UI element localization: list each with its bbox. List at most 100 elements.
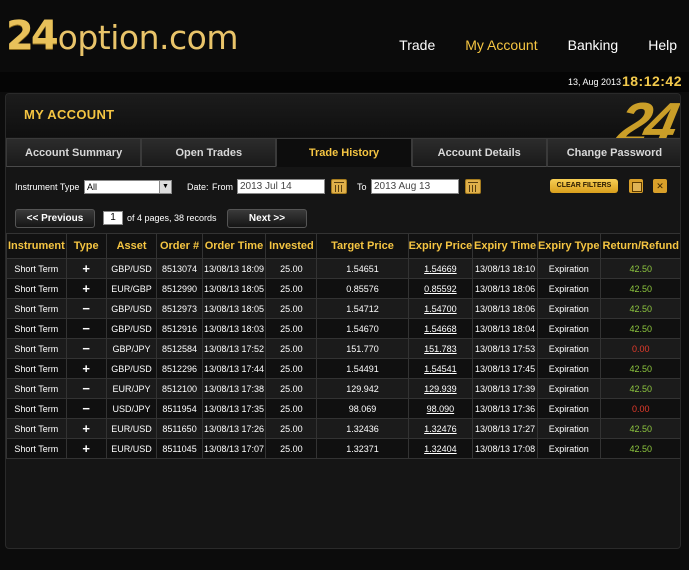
expiry-price-link[interactable]: 1.54669 bbox=[424, 264, 457, 274]
nav-banking[interactable]: Banking bbox=[568, 37, 619, 53]
table-row[interactable]: Short Term − USD/JPY 8511954 13/08/13 17:35 2… bbox=[6, 398, 680, 419]
cell-expiry-type: Expiration bbox=[536, 338, 601, 359]
cell-order-time: 13/08/13 18:05 bbox=[201, 278, 267, 299]
cell-expiry-price: 1.54541 bbox=[407, 358, 474, 379]
expiry-price-link[interactable]: 1.54668 bbox=[424, 324, 457, 334]
cell-order: 8511954 bbox=[156, 398, 203, 419]
excel-export-icon[interactable]: ✕ bbox=[653, 179, 667, 193]
col-expiry-type[interactable]: Expiry Type bbox=[536, 233, 601, 259]
col-expiry-time[interactable]: Expiry Time bbox=[472, 233, 538, 259]
calendar-icon[interactable] bbox=[331, 179, 347, 194]
cell-asset: GBP/USD bbox=[105, 298, 158, 319]
cell-instrument: Short Term bbox=[6, 418, 67, 439]
expiry-price-link[interactable]: 1.32476 bbox=[424, 424, 457, 434]
col-instrument[interactable]: Instrument bbox=[6, 233, 67, 259]
cell-asset: GBP/USD bbox=[105, 258, 158, 279]
instrument-type-select[interactable]: All ▼ bbox=[84, 180, 172, 194]
logo-number: 24 bbox=[6, 13, 59, 59]
cell-expiry-type: Expiration bbox=[536, 438, 601, 459]
table-row[interactable]: Short Term + GBP/USD 8512296 13/08/13 17:44 2… bbox=[6, 358, 680, 379]
page-number-input[interactable]: 1 bbox=[103, 211, 123, 225]
cell-instrument: Short Term bbox=[6, 298, 67, 319]
clear-filters-button[interactable]: CLEAR FILTERS bbox=[550, 179, 618, 193]
col-type[interactable]: Type bbox=[65, 233, 107, 259]
expiry-price-link[interactable]: 129.939 bbox=[424, 384, 457, 394]
col-asset[interactable]: Asset bbox=[105, 233, 158, 259]
expiry-price-link[interactable]: 98.090 bbox=[427, 404, 455, 414]
cell-order-time: 13/08/13 17:38 bbox=[201, 378, 267, 399]
tab-open-trades[interactable]: Open Trades bbox=[141, 138, 277, 167]
table-row[interactable]: Short Term − GBP/USD 8512916 13/08/13 18:03 2… bbox=[6, 318, 680, 339]
top-header: 24 option.com Trade My Account Banking H… bbox=[0, 0, 689, 72]
col-return-refund[interactable]: Return/Refund bbox=[599, 233, 680, 259]
cell-type: − bbox=[65, 298, 107, 319]
col-order[interactable]: Order # bbox=[156, 233, 203, 259]
col-order-time[interactable]: Order Time bbox=[201, 233, 267, 259]
cell-expiry-type: Expiration bbox=[536, 278, 601, 299]
save-icon[interactable] bbox=[629, 179, 643, 193]
cell-target-price: 1.54651 bbox=[316, 258, 409, 279]
cell-target-price: 1.32436 bbox=[316, 418, 409, 439]
panel-header: MY ACCOUNT 24 bbox=[6, 94, 680, 156]
put-minus-icon: − bbox=[82, 380, 90, 396]
table-row[interactable]: Short Term + EUR/USD 8511650 13/08/13 17:26 2… bbox=[6, 418, 680, 439]
tab-account-details[interactable]: Account Details bbox=[411, 138, 547, 167]
expiry-price-link[interactable]: 151.783 bbox=[424, 344, 457, 354]
cell-order-time: 13/08/13 17:44 bbox=[201, 358, 267, 379]
table-row[interactable]: Short Term + EUR/USD 8511045 13/08/13 17:07 2… bbox=[6, 438, 680, 459]
col-invested[interactable]: Invested bbox=[265, 233, 318, 259]
cell-asset: EUR/GBP bbox=[105, 278, 158, 299]
cell-order-time: 13/08/13 17:52 bbox=[201, 338, 267, 359]
cell-invested: 25.00 bbox=[265, 378, 318, 399]
tab-account-summary[interactable]: Account Summary bbox=[6, 138, 142, 167]
tab-trade-history[interactable]: Trade History bbox=[276, 138, 412, 167]
pagination: << Previous 1 of 4 pages, 38 records Nex… bbox=[6, 209, 680, 231]
table-row[interactable]: Short Term + EUR/GBP 8512990 13/08/13 18:05 2… bbox=[6, 278, 680, 299]
cell-asset: EUR/USD bbox=[105, 438, 158, 459]
table-row[interactable]: Short Term − GBP/USD 8512973 13/08/13 18:05 2… bbox=[6, 298, 680, 319]
cell-type: + bbox=[65, 438, 107, 459]
current-time: 18:12:42 bbox=[621, 73, 682, 89]
call-plus-icon: + bbox=[82, 420, 90, 436]
nav-help[interactable]: Help bbox=[648, 37, 677, 53]
cell-expiry-type: Expiration bbox=[536, 398, 601, 419]
cell-expiry-time: 13/08/13 17:39 bbox=[472, 378, 538, 399]
cell-expiry-type: Expiration bbox=[536, 258, 601, 279]
brand-logo[interactable]: 24 option.com bbox=[6, 13, 239, 59]
table-row[interactable]: Short Term − GBP/JPY 8512584 13/08/13 17:52 2… bbox=[6, 338, 680, 359]
chevron-down-icon[interactable]: ▼ bbox=[159, 181, 171, 193]
instrument-type-label: Instrument Type bbox=[15, 182, 80, 192]
cell-return: 0.00 bbox=[599, 398, 680, 419]
cell-expiry-type: Expiration bbox=[536, 418, 601, 439]
cell-instrument: Short Term bbox=[6, 278, 67, 299]
cell-target-price: 1.32371 bbox=[316, 438, 409, 459]
cell-expiry-price: 1.54669 bbox=[407, 258, 474, 279]
table-row[interactable]: Short Term − EUR/JPY 8512100 13/08/13 17:38 2… bbox=[6, 378, 680, 399]
cell-order: 8512916 bbox=[156, 318, 203, 339]
expiry-price-link[interactable]: 1.54700 bbox=[424, 304, 457, 314]
col-expiry-price[interactable]: Expiry Price bbox=[407, 233, 474, 259]
cell-expiry-price: 1.54668 bbox=[407, 318, 474, 339]
cell-expiry-price: 98.090 bbox=[407, 398, 474, 419]
from-date-input[interactable]: 2013 Jul 14 bbox=[237, 179, 325, 194]
call-plus-icon: + bbox=[82, 360, 90, 376]
to-date-input[interactable]: 2013 Aug 13 bbox=[371, 179, 459, 194]
from-label: From bbox=[212, 182, 233, 192]
cell-instrument: Short Term bbox=[6, 378, 67, 399]
cell-return: 42.50 bbox=[599, 358, 680, 379]
nav-my-account[interactable]: My Account bbox=[465, 37, 537, 53]
tab-change-password[interactable]: Change Password bbox=[546, 138, 680, 167]
nav-trade[interactable]: Trade bbox=[399, 37, 435, 53]
cell-invested: 25.00 bbox=[265, 318, 318, 339]
expiry-price-link[interactable]: 0.85592 bbox=[424, 284, 457, 294]
previous-page-button[interactable]: << Previous bbox=[15, 209, 95, 228]
col-target-price[interactable]: Target Price bbox=[316, 233, 409, 259]
cell-order-time: 13/08/13 18:09 bbox=[201, 258, 267, 279]
next-page-button[interactable]: Next >> bbox=[227, 209, 307, 228]
cell-invested: 25.00 bbox=[265, 358, 318, 379]
calendar-icon[interactable] bbox=[465, 179, 481, 194]
table-row[interactable]: Short Term + GBP/USD 8513074 13/08/13 18:09 2… bbox=[6, 258, 680, 279]
expiry-price-link[interactable]: 1.54541 bbox=[424, 364, 457, 374]
expiry-price-link[interactable]: 1.32404 bbox=[424, 444, 457, 454]
cell-type: − bbox=[65, 338, 107, 359]
